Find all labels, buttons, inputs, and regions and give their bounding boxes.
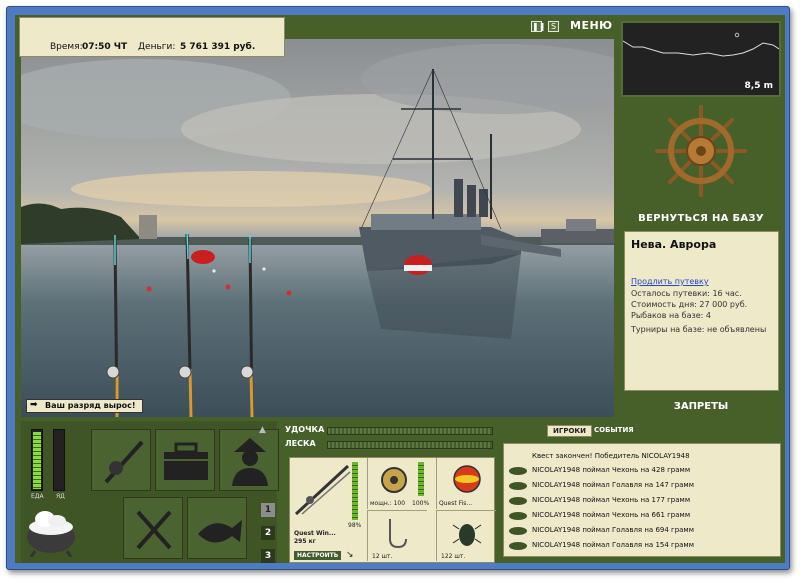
rod-1-icon[interactable] xyxy=(106,235,120,417)
resize-icon[interactable]: ↘ xyxy=(346,550,354,560)
hook-slot[interactable]: 12 шт. xyxy=(367,510,427,561)
rod-percent: 98% xyxy=(348,522,362,529)
fish-icon xyxy=(198,520,242,543)
list-item: NICOLAY1948 поймал Голавля на 154 грамм xyxy=(532,541,694,549)
scene-art xyxy=(21,44,614,417)
tab-events[interactable]: СОБЫТИЯ xyxy=(589,425,639,435)
fork-knife-icon xyxy=(136,510,172,550)
poison-meter xyxy=(53,429,65,491)
reel-item-icon xyxy=(381,467,407,493)
lure-item-icon xyxy=(453,465,481,493)
pause-button[interactable]: ❚❚ xyxy=(531,21,546,32)
fish-icon xyxy=(509,467,527,475)
time-value: 07:50 ЧТ xyxy=(82,42,128,52)
depth-chart: 8,5 m xyxy=(621,21,781,97)
depth-value: 8,5 m xyxy=(744,81,773,91)
bait-count: 122 шт. xyxy=(441,553,466,560)
money-label: Деньги: xyxy=(138,42,176,52)
rod-slot[interactable]: 98% Quest Win... 295 кг НАСТРОИТЬ ↘ xyxy=(290,458,366,562)
scroll-up-icon[interactable]: ▲ xyxy=(259,425,266,435)
fish-icon xyxy=(509,497,527,505)
fish-icon xyxy=(509,482,527,490)
rod-load: 295 кг xyxy=(294,538,316,545)
status-panel: Время: 07:50 ЧТ Деньги: 5 761 391 руб. xyxy=(19,17,285,57)
food-tile[interactable] xyxy=(123,497,183,559)
rod-item-icon xyxy=(294,464,351,516)
list-item: NICOLAY1948 поймал Чехонь на 177 грамм xyxy=(532,496,691,504)
list-item: NICOLAY1948 поймал Чехонь на 428 грамм xyxy=(532,466,691,474)
page-3-button[interactable]: 3 xyxy=(261,549,275,563)
events-panel: ИГРОКИ СОБЫТИЯ Квест закончен! Победител… xyxy=(499,421,785,563)
rod-reel-icon xyxy=(104,440,144,484)
bait-slot[interactable]: 122 шт. xyxy=(436,510,496,561)
s-button[interactable]: S xyxy=(548,21,559,32)
bans-button[interactable]: ЗАПРЕТЫ xyxy=(621,401,781,412)
reel-percent: 100% xyxy=(412,500,430,507)
ship-wheel-icon xyxy=(655,105,747,197)
rod-bar-label: УДОЧКА xyxy=(285,425,325,434)
location-title: Нева. Аврора xyxy=(631,238,717,251)
menu-button[interactable]: МЕНЮ xyxy=(570,19,613,32)
rod-tension-bar xyxy=(327,427,493,435)
fish-icon xyxy=(509,542,527,550)
food-pot-icon[interactable] xyxy=(23,507,79,557)
return-to-base-button[interactable]: ВЕРНУТЬСЯ НА БАЗУ xyxy=(621,213,781,224)
food-label: ЕДА xyxy=(31,493,44,500)
location-info-line: Рыбаков на базе: 4 xyxy=(631,311,711,320)
reel-condition-meter xyxy=(418,462,424,496)
rod-3-icon[interactable] xyxy=(240,235,254,417)
time-label: Время: xyxy=(50,42,83,52)
rank-notification-text: Ваш разряд вырос! xyxy=(45,401,136,410)
money-value: 5 761 391 руб. xyxy=(180,42,256,52)
rod-name: Quest Win... xyxy=(294,530,336,537)
fish-icon xyxy=(509,527,527,535)
page-2-button[interactable]: 2 xyxy=(261,526,275,540)
hook-count: 12 шт. xyxy=(372,553,393,560)
rod-2-icon[interactable] xyxy=(178,230,193,417)
list-item: NICOLAY1948 поймал Голавля на 147 грамм xyxy=(532,481,694,489)
line-tension-bar xyxy=(327,441,493,449)
tackle-panel: УДОЧКА ЛЕСКА 98% Quest Win... 295 кг НАС… xyxy=(281,421,496,563)
location-info-line: Турниры на базе: не объявлены xyxy=(631,325,767,334)
tackle-box-icon xyxy=(164,442,208,480)
fish-icon xyxy=(509,512,527,520)
inventory-panel: ЕДА ЯД ▲ 1 2 3 xyxy=(21,421,279,563)
pause-icon: ❚❚ xyxy=(532,22,546,31)
location-info-line: Осталось путевки: 16 час. xyxy=(631,289,742,298)
lure-name: Quest Fis... xyxy=(439,500,473,507)
event-log: Квест закончен! Победитель NICOLAY1948 N… xyxy=(503,443,781,557)
food-meter xyxy=(31,429,43,491)
list-item: NICOLAY1948 поймал Голавля на 694 грамм xyxy=(532,526,694,534)
beetle-bait-icon xyxy=(452,524,482,546)
rods-tile[interactable] xyxy=(91,429,151,491)
location-panel: Нева. Аврора Продлить путевку Осталось п… xyxy=(624,231,779,391)
fisherman-tile[interactable] xyxy=(219,429,279,491)
reel-power: мощн.: 100 xyxy=(370,500,406,507)
arrow-right-icon: ➡ xyxy=(30,400,38,410)
hook-item-icon xyxy=(389,519,407,549)
page-1-button[interactable]: 1 xyxy=(261,503,275,517)
rod-condition-meter xyxy=(352,462,358,520)
log-header: Квест закончен! Победитель NICOLAY1948 xyxy=(532,452,690,460)
fishing-scene[interactable] xyxy=(21,39,614,417)
poison-label: ЯД xyxy=(56,493,65,500)
tune-button[interactable]: НАСТРОИТЬ xyxy=(294,551,342,560)
game-window: Время: 07:50 ЧТ Деньги: 5 761 391 руб. ❚… xyxy=(6,6,790,570)
game-panel: Время: 07:50 ЧТ Деньги: 5 761 391 руб. ❚… xyxy=(15,15,785,563)
lure-slot[interactable]: Quest Fis... xyxy=(436,458,496,509)
rank-notification[interactable]: ➡ Ваш разряд вырос! xyxy=(26,399,143,413)
reel-slot[interactable]: мощн.: 100 100% xyxy=(367,458,430,509)
tackle-box-tile[interactable] xyxy=(155,429,215,491)
fisherman-icon xyxy=(232,438,268,486)
return-to-base[interactable] xyxy=(621,105,781,219)
gear-slots: 98% Quest Win... 295 кг НАСТРОИТЬ ↘ мощн… xyxy=(289,457,496,563)
catch-tile[interactable] xyxy=(187,497,247,559)
list-item: NICOLAY1948 поймал Чехонь на 661 грамм xyxy=(532,511,691,519)
line-bar-label: ЛЕСКА xyxy=(285,439,316,448)
location-info-line: Стоимость дня: 27 000 руб. xyxy=(631,300,748,309)
extend-permit-link[interactable]: Продлить путевку xyxy=(631,277,772,286)
tab-players[interactable]: ИГРОКИ xyxy=(547,425,592,437)
